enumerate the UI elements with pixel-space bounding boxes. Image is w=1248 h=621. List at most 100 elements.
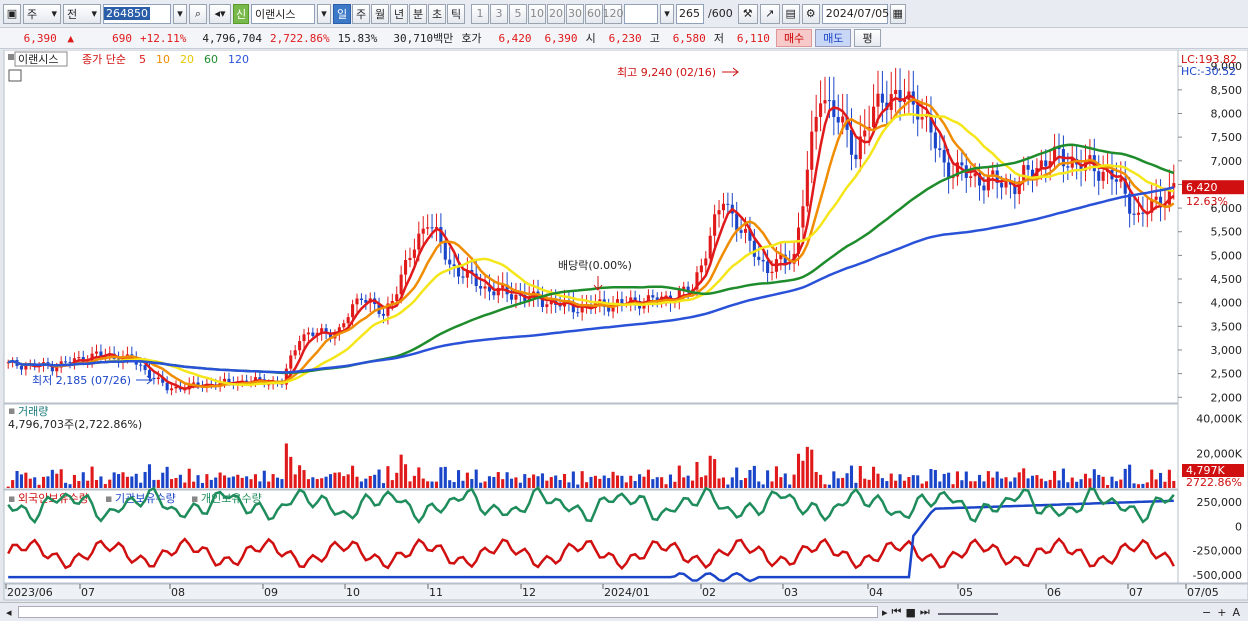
volume-bar: [1110, 476, 1114, 488]
legend-ma-60: 60: [204, 53, 218, 66]
date-input[interactable]: 2024/07/05: [821, 3, 889, 24]
current-price: 6,390 ▲: [23, 31, 74, 45]
volume-bar: [973, 481, 977, 488]
calendar-icon[interactable]: ▦: [889, 3, 906, 24]
volume-bar: [404, 464, 408, 488]
volume-bar: [421, 478, 425, 488]
candle-body: [311, 332, 315, 336]
volume: 4,796,704: [202, 31, 262, 45]
volume-bar: [602, 475, 606, 488]
volume-bar: [872, 466, 876, 488]
scope-select[interactable]: 전 ▾: [63, 3, 101, 24]
volume-bar: [611, 471, 615, 488]
volume-bar: [540, 473, 544, 488]
market-select[interactable]: 주 ▾: [23, 3, 61, 24]
candle-body: [412, 249, 416, 258]
period-tab-0[interactable]: 일: [333, 3, 351, 24]
period-tab-5[interactable]: 초: [428, 3, 446, 24]
minute-tab-3[interactable]: 3: [490, 3, 508, 24]
stock-chart[interactable]: 9,0008,5008,0007,5007,0006,5006,0005,500…: [0, 50, 1248, 602]
volume-bar: [986, 471, 990, 488]
period-tab-2[interactable]: 월: [371, 3, 389, 24]
holdings-y-label: 250,000: [1197, 496, 1243, 509]
scroll-track[interactable]: [18, 606, 878, 618]
minute-tab-60[interactable]: 60: [585, 3, 603, 24]
volume-bar: [434, 481, 439, 488]
volume-bar: [501, 479, 505, 488]
volume-bar: [15, 470, 19, 488]
volume-bar: [947, 472, 951, 488]
zoom-out-icon[interactable]: −: [1202, 606, 1211, 619]
auto-scale-icon[interactable]: A: [1232, 606, 1240, 619]
eval-button[interactable]: 평: [854, 29, 881, 47]
minute-custom-input[interactable]: [624, 3, 658, 24]
speaker-icon[interactable]: ◂▾: [209, 3, 231, 24]
volume-bar: [170, 479, 174, 488]
minute-tab-5[interactable]: 5: [509, 3, 527, 24]
volume-bar: [796, 453, 801, 488]
volume-bar: [19, 474, 23, 488]
window-icon[interactable]: ▣: [3, 3, 21, 24]
volume-bar: [810, 449, 814, 488]
stock-name-dropdown[interactable]: ▾: [317, 3, 331, 24]
volume-bar: [320, 478, 324, 488]
candle-body: [152, 377, 156, 380]
gear-icon[interactable]: ⚙: [801, 3, 820, 24]
scroll-right-icon[interactable]: ▸: [882, 606, 888, 619]
period-tab-3[interactable]: 년: [390, 3, 408, 24]
period-tab-4[interactable]: 분: [409, 3, 427, 24]
stock-code-input[interactable]: 264850: [103, 3, 171, 24]
play-first-icon[interactable]: ⏮: [892, 605, 902, 619]
candle-body: [1039, 160, 1043, 169]
legend-ma-10: 10: [156, 53, 170, 66]
minute-tab-120[interactable]: 120: [603, 3, 624, 24]
zoom-slider[interactable]: [937, 609, 998, 615]
code-dropdown-button[interactable]: ▾: [173, 3, 187, 24]
trade-amount: 30,710백만: [393, 32, 454, 45]
scroll-left-icon[interactable]: ◂: [6, 606, 18, 619]
candle-body: [452, 264, 456, 267]
volume-bar: [59, 469, 63, 488]
minute-tab-1[interactable]: 1: [471, 3, 489, 24]
minute-tab-20[interactable]: 20: [547, 3, 565, 24]
minute-tab-30[interactable]: 30: [566, 3, 584, 24]
volume-bar: [359, 481, 363, 488]
zoom-in-icon[interactable]: +: [1217, 606, 1226, 619]
volume-bar: [1075, 481, 1079, 488]
minute-dropdown[interactable]: ▾: [660, 3, 674, 24]
candle-body: [933, 132, 937, 149]
volume-bar: [682, 477, 686, 488]
candle-body: [483, 286, 487, 289]
volume-bar: [395, 472, 399, 488]
period-tab-6[interactable]: 틱: [447, 3, 465, 24]
sell-button[interactable]: 매도: [815, 29, 852, 47]
minute-tab-10[interactable]: 10: [528, 3, 546, 24]
legend-title: 종가 단순: [82, 53, 126, 66]
save-icon[interactable]: ▤: [781, 3, 800, 24]
count-input[interactable]: 265: [676, 3, 704, 24]
play-last-icon[interactable]: ⏭: [920, 605, 930, 619]
volume-bar: [108, 479, 112, 488]
stop-icon[interactable]: ■: [905, 606, 915, 619]
volume-bar: [1030, 475, 1035, 488]
chart-scrollbar[interactable]: ◂ ▸ ⏮ ■ ⏭ − + A: [0, 602, 1248, 621]
volume-bar: [6, 486, 10, 488]
draw-icon[interactable]: ↗: [759, 3, 780, 24]
volume-bar: [457, 470, 461, 488]
volume-bar: [81, 472, 85, 488]
buy-button[interactable]: 매수: [775, 29, 813, 47]
candle-body: [717, 210, 721, 215]
volume-bar: [916, 475, 920, 488]
candle-body: [863, 130, 867, 137]
volume-bar: [1163, 481, 1167, 488]
x-tick-label: 07: [81, 586, 95, 599]
volume-bar: [1132, 483, 1136, 488]
low-price: 6,110: [736, 31, 770, 45]
period-tab-1[interactable]: 주: [352, 3, 370, 24]
dividend-annotation: 배당락(0.00%): [558, 259, 632, 272]
scope-label: 전: [67, 7, 78, 21]
indicator-icon[interactable]: ⚒: [737, 3, 758, 24]
volume-bar: [426, 481, 430, 488]
search-icon[interactable]: ⌕: [189, 3, 207, 24]
y-tick-label: 8,000: [1211, 107, 1243, 120]
